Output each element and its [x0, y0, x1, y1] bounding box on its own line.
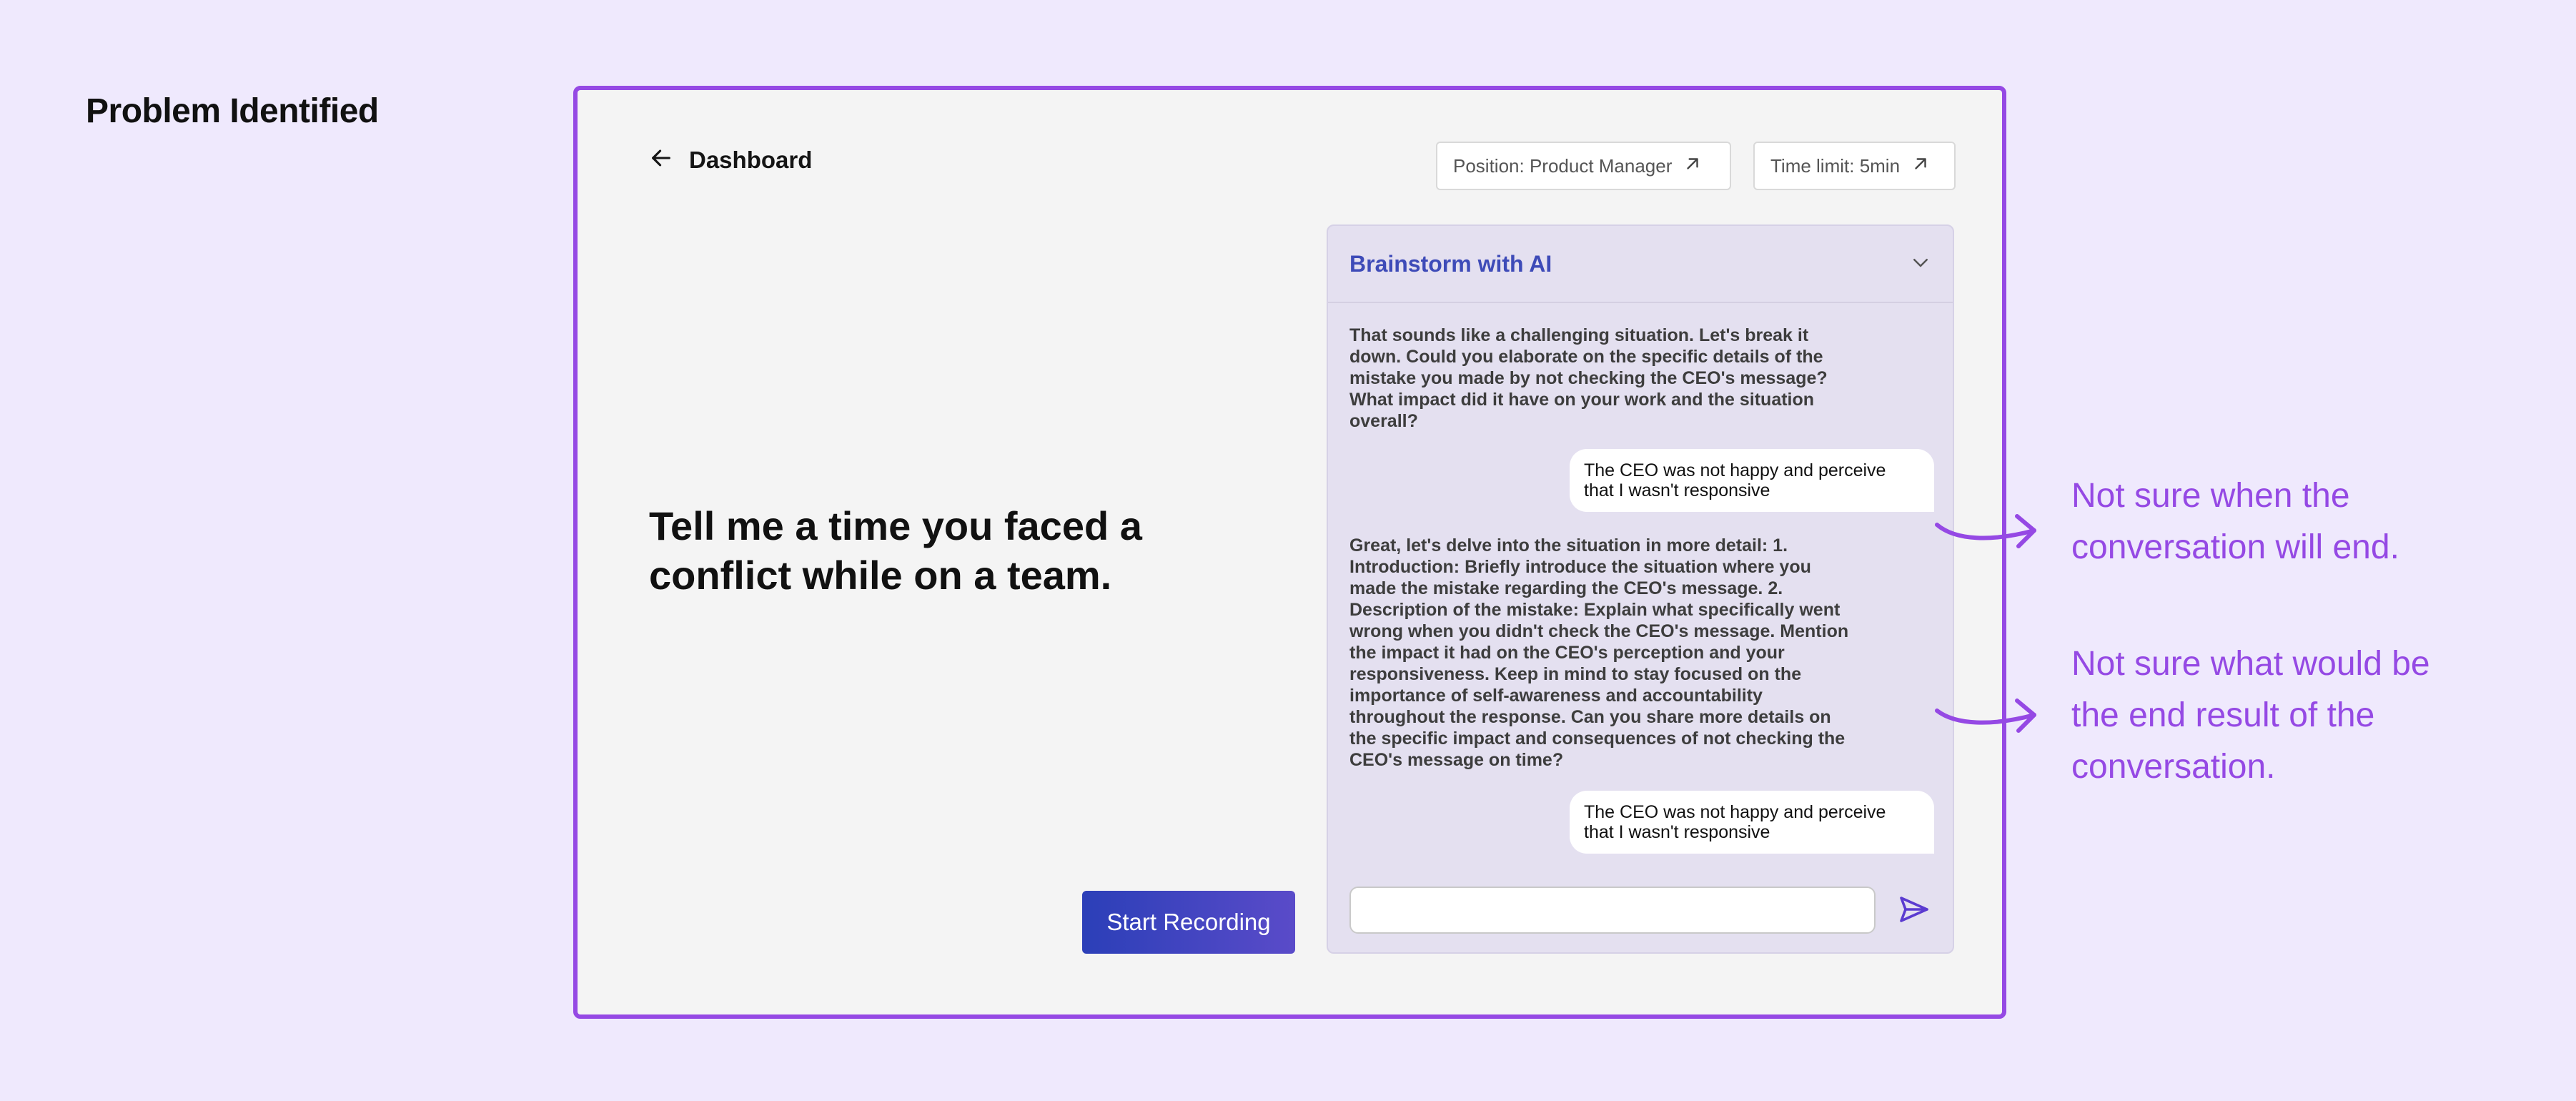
send-icon	[1897, 897, 1931, 929]
page-heading: Problem Identified	[86, 92, 379, 130]
brainstorm-chat-panel: Brainstorm with AI That sounds like a ch…	[1327, 224, 1954, 954]
interview-question: Tell me a time you faced a conflict whil…	[649, 503, 1142, 598]
position-chip-label: Position: Product Manager	[1453, 154, 1673, 177]
chat-header[interactable]: Brainstorm with AI	[1328, 226, 1953, 303]
time-limit-chip[interactable]: Time limit: 5min	[1753, 142, 1956, 190]
arrow-up-right-icon	[1911, 154, 1930, 178]
app-frame: Dashboard Position: Product Manager Time…	[573, 86, 2006, 1019]
annotation-note: Not sure when the conversation will end.	[2071, 477, 2399, 566]
arrow-up-right-icon	[1683, 154, 1702, 178]
ai-message: Great, let's delve into the situation in…	[1349, 535, 1849, 770]
ai-message: That sounds like a challenging situation…	[1349, 325, 1828, 431]
send-button[interactable]	[1897, 892, 1931, 927]
annotation-arrow	[1935, 514, 2036, 548]
back-to-dashboard-link[interactable]: Dashboard	[649, 146, 812, 174]
annotation-note: Not sure what would be the end result of…	[2071, 645, 2430, 786]
annotation-arrow	[1935, 698, 2036, 733]
chat-message-input[interactable]	[1349, 887, 1876, 934]
start-recording-button[interactable]: Start Recording	[1082, 891, 1295, 954]
chat-title: Brainstorm with AI	[1349, 250, 1552, 277]
position-chip[interactable]: Position: Product Manager	[1436, 142, 1731, 190]
time-limit-chip-label: Time limit: 5min	[1770, 154, 1901, 177]
chevron-down-icon[interactable]	[1910, 252, 1931, 277]
back-label: Dashboard	[689, 146, 813, 173]
arrow-left-icon	[649, 146, 673, 174]
user-message: The CEO was not happy and perceive that …	[1570, 791, 1934, 854]
user-message: The CEO was not happy and perceive that …	[1570, 449, 1934, 512]
